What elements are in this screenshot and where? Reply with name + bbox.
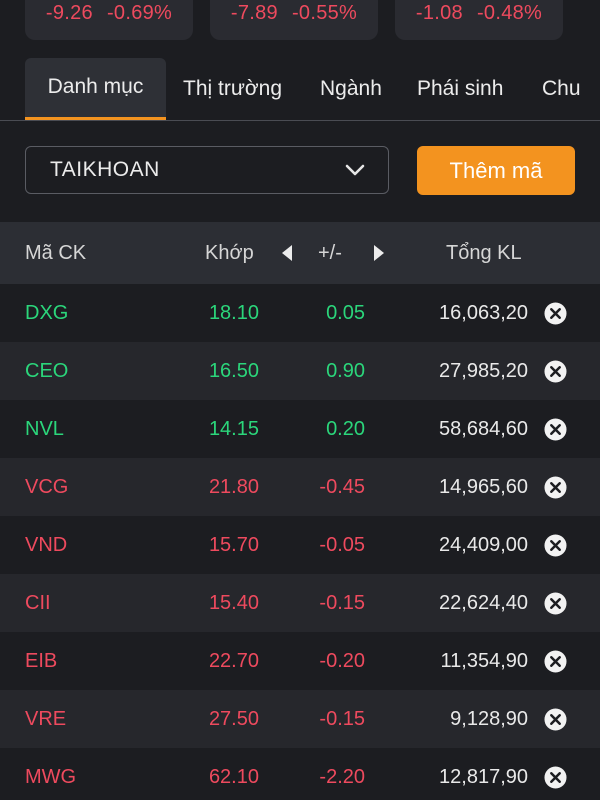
index-card[interactable]: -7.89 -0.55% <box>210 0 378 40</box>
cell-change: 0.20 <box>326 418 365 440</box>
tab-danh-muc[interactable]: Danh mục <box>25 58 166 120</box>
table-header: Mã CK Khớp +/- Tổng KL <box>0 222 600 284</box>
cell-volume: 12,817,90 <box>439 766 528 788</box>
cell-symbol: CII <box>25 592 51 614</box>
chevron-down-icon <box>345 164 365 176</box>
tab-nganh[interactable]: Ngành <box>320 58 382 120</box>
cell-change: -0.15 <box>319 708 365 730</box>
app-screen: -9.26 -0.69% -7.89 -0.55% -1.08 -0.48% Danh… <box>0 0 600 800</box>
close-circle-icon[interactable] <box>544 592 567 615</box>
header-volume[interactable]: Tổng KL <box>446 222 522 284</box>
cell-volume: 9,128,90 <box>450 708 528 730</box>
watchlist-select[interactable]: TAIKHOAN <box>25 146 389 194</box>
cell-price: 27.50 <box>208 708 259 730</box>
cell-symbol: VCG <box>25 476 69 498</box>
close-circle-icon[interactable] <box>544 360 567 383</box>
cell-symbol: EIB <box>25 650 58 672</box>
cell-price: 62.10 <box>208 766 259 788</box>
cell-symbol: VRE <box>25 708 67 730</box>
tab-chung-quyen[interactable]: Chu <box>542 58 581 120</box>
index-card[interactable]: -1.08 -0.48% <box>395 0 563 40</box>
cell-change: -2.20 <box>319 766 365 788</box>
table-row[interactable]: CII 15.40 -0.15 22,624,40 <box>0 574 600 632</box>
header-change[interactable]: +/- <box>318 222 342 284</box>
tab-phai-sinh[interactable]: Phái sinh <box>417 58 503 120</box>
table-row[interactable]: DXG 18.10 0.05 16,063,20 <box>0 284 600 342</box>
cell-price: 18.10 <box>208 302 259 324</box>
close-circle-icon[interactable] <box>544 534 567 557</box>
cell-volume: 22,624,40 <box>439 592 528 614</box>
close-circle-icon[interactable] <box>544 418 567 441</box>
cell-change: -0.45 <box>319 476 365 498</box>
close-circle-icon[interactable] <box>544 476 567 499</box>
close-circle-icon[interactable] <box>544 766 567 789</box>
cell-price: 22.70 <box>208 650 259 672</box>
table-row[interactable]: CEO 16.50 0.90 27,985,20 <box>0 342 600 400</box>
triangle-right-icon[interactable] <box>373 244 385 262</box>
triangle-left-icon[interactable] <box>281 244 293 262</box>
index-change: -1.08 <box>415 2 463 24</box>
cell-volume: 27,985,20 <box>439 360 528 382</box>
header-symbol[interactable]: Mã CK <box>25 222 86 284</box>
header-price[interactable]: Khớp <box>205 222 254 284</box>
index-card[interactable]: -9.26 -0.69% <box>25 0 193 40</box>
index-percent: -0.55% <box>291 2 358 24</box>
table-row[interactable]: MWG 62.10 -2.20 12,817,90 <box>0 748 600 800</box>
cell-symbol: MWG <box>25 766 77 788</box>
cell-volume: 11,354,90 <box>440 650 529 672</box>
cell-symbol: VND <box>25 534 68 556</box>
index-change: -7.89 <box>230 2 278 24</box>
watchlist-table: DXG 18.10 0.05 16,063,20 CEO 16.50 0.90 27,985,… <box>0 284 600 800</box>
index-percent: -0.48% <box>476 2 543 24</box>
add-symbol-button[interactable]: Thêm mã <box>417 146 575 195</box>
table-row[interactable]: NVL 14.15 0.20 58,684,60 <box>0 400 600 458</box>
table-row[interactable]: EIB 22.70 -0.20 11,354,90 <box>0 632 600 690</box>
table-row[interactable]: VND 15.70 -0.05 24,409,00 <box>0 516 600 574</box>
table-row[interactable]: VCG 21.80 -0.45 14,965,60 <box>0 458 600 516</box>
index-summary-row: -9.26 -0.69% -7.89 -0.55% -1.08 -0.48% <box>0 0 600 52</box>
tab-thi-truong[interactable]: Thị trường <box>183 58 282 120</box>
cell-symbol: CEO <box>25 360 69 382</box>
cell-change: -0.05 <box>319 534 365 556</box>
cell-price: 15.70 <box>208 534 259 556</box>
table-row[interactable]: VRE 27.50 -0.15 9,128,90 <box>0 690 600 748</box>
cell-price: 16.50 <box>208 360 259 382</box>
cell-change: -0.15 <box>319 592 365 614</box>
index-percent: -0.69% <box>106 2 173 24</box>
cell-volume: 14,965,60 <box>439 476 528 498</box>
cell-change: 0.05 <box>326 302 365 324</box>
cell-price: 15.40 <box>208 592 259 614</box>
market-tabs: Danh mục Thị trường Ngành Phái sinh Chu <box>0 58 600 121</box>
cell-price: 21.80 <box>208 476 259 498</box>
cell-symbol: NVL <box>25 418 64 440</box>
cell-volume: 16,063,20 <box>439 302 528 324</box>
cell-price: 14.15 <box>208 418 259 440</box>
close-circle-icon[interactable] <box>544 708 567 731</box>
cell-change: 0.90 <box>326 360 365 382</box>
watchlist-selected: TAIKHOAN <box>50 158 160 181</box>
close-circle-icon[interactable] <box>544 650 567 673</box>
cell-volume: 24,409,00 <box>439 534 528 556</box>
cell-symbol: DXG <box>25 302 69 324</box>
cell-volume: 58,684,60 <box>439 418 528 440</box>
index-change: -9.26 <box>45 2 93 24</box>
cell-change: -0.20 <box>319 650 365 672</box>
close-circle-icon[interactable] <box>544 302 567 325</box>
